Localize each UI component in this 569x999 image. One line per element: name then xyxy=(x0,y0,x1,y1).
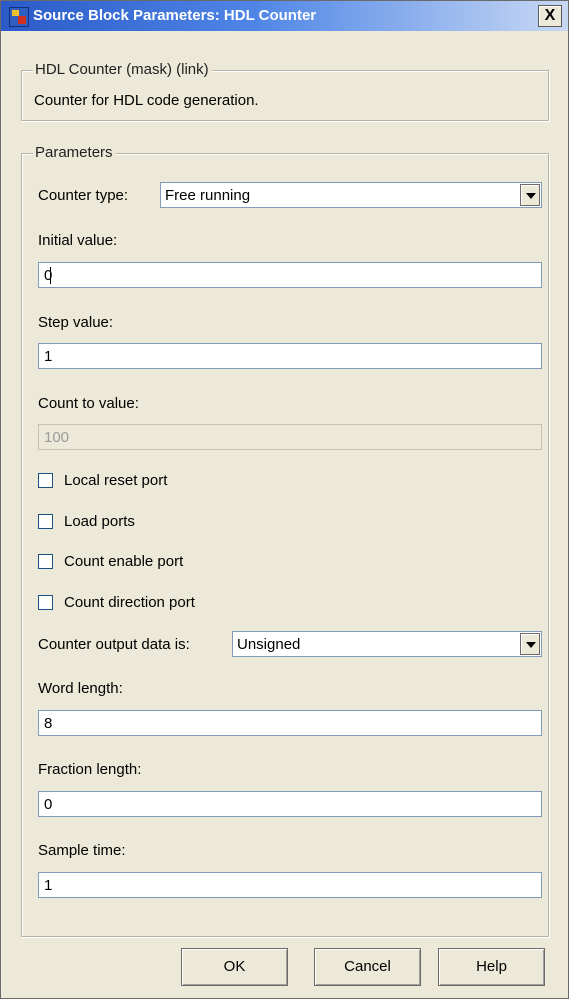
counter-type-select[interactable]: Free running xyxy=(160,182,542,208)
sample-time-field[interactable] xyxy=(38,872,542,898)
simulink-block-icon xyxy=(9,7,29,27)
counter-type-value: Free running xyxy=(165,187,251,204)
chevron-down-icon[interactable] xyxy=(520,184,540,206)
ok-button[interactable]: OK xyxy=(181,948,288,986)
step-value-field[interactable] xyxy=(38,343,542,369)
count-direction-port-label[interactable]: Count direction port xyxy=(64,594,195,611)
step-value-label: Step value: xyxy=(38,314,114,331)
mask-group-legend: HDL Counter (mask) (link) xyxy=(33,61,212,78)
chevron-down-icon[interactable] xyxy=(520,633,540,655)
parameters-legend: Parameters xyxy=(33,144,116,161)
fraction-length-field[interactable] xyxy=(38,791,542,817)
load-ports-checkbox[interactable] xyxy=(38,514,53,529)
count-enable-port-label[interactable]: Count enable port xyxy=(64,553,183,570)
count-to-value-label: Count to value: xyxy=(38,395,139,412)
word-length-label: Word length: xyxy=(38,680,123,697)
window-title: Source Block Parameters: HDL Counter xyxy=(33,7,317,24)
mask-description: Counter for HDL code generation. xyxy=(34,92,259,109)
word-length-field[interactable] xyxy=(38,710,542,736)
initial-value-field[interactable] xyxy=(38,262,542,288)
counter-type-label: Counter type: xyxy=(38,187,129,204)
count-enable-port-checkbox[interactable] xyxy=(38,554,53,569)
close-icon[interactable]: X xyxy=(538,5,562,27)
output-data-value: Unsigned xyxy=(237,636,301,653)
output-data-label: Counter output data is: xyxy=(38,636,190,653)
count-to-value-field xyxy=(38,424,542,450)
cancel-button[interactable]: Cancel xyxy=(314,948,421,986)
output-data-select[interactable]: Unsigned xyxy=(232,631,542,657)
count-direction-port-checkbox[interactable] xyxy=(38,595,53,610)
title-bar[interactable]: Source Block Parameters: HDL Counter X xyxy=(1,1,568,31)
dialog-window: Source Block Parameters: HDL Counter X H… xyxy=(0,0,569,999)
fraction-length-label: Fraction length: xyxy=(38,761,142,778)
mask-description-group: HDL Counter (mask) (link) Counter for HD… xyxy=(21,61,549,121)
local-reset-port-label[interactable]: Local reset port xyxy=(64,472,167,489)
local-reset-port-checkbox[interactable] xyxy=(38,473,53,488)
initial-value-label: Initial value: xyxy=(38,232,118,249)
text-caret xyxy=(50,267,51,284)
sample-time-label: Sample time: xyxy=(38,842,126,859)
help-button[interactable]: Help xyxy=(438,948,545,986)
load-ports-label[interactable]: Load ports xyxy=(64,513,135,530)
